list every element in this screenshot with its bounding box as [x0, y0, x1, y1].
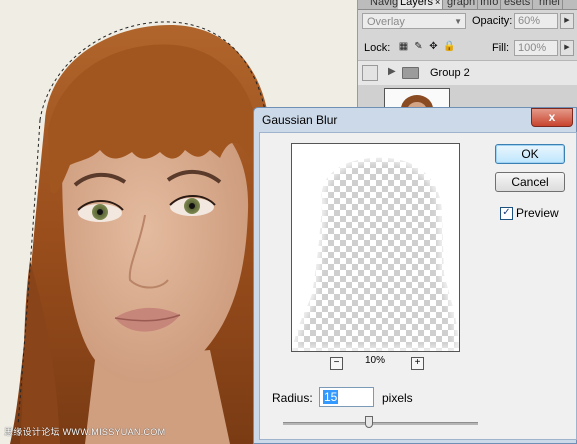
tab-presets[interactable]: esets	[502, 0, 534, 9]
watermark: 思缘设计论坛 WWW.MISSYUAN.COM	[4, 427, 166, 437]
gaussian-blur-dialog: Gaussian Blur x − 10% + OK Cancel ✓ Prev…	[253, 107, 577, 444]
cancel-button[interactable]: Cancel	[495, 172, 565, 192]
lock-move-icon[interactable]: ✥	[428, 41, 439, 52]
lock-label: Lock:	[364, 42, 391, 54]
dialog-title: Gaussian Blur	[262, 113, 338, 127]
lock-transparent-icon[interactable]: ▦	[398, 41, 409, 52]
ok-button[interactable]: OK	[495, 144, 565, 164]
preview-checkbox[interactable]: ✓	[500, 207, 513, 220]
visibility-toggle[interactable]	[362, 65, 378, 81]
opacity-label: Opacity:	[472, 15, 513, 27]
radius-label: Radius:	[272, 391, 313, 405]
chevron-down-icon: ▼	[454, 17, 462, 26]
transparency-preview	[292, 144, 459, 351]
lock-options: ▦ ✎ ✥ 🔒	[398, 41, 456, 53]
zoom-level: 10%	[365, 355, 386, 366]
radius-value: 15	[323, 390, 339, 404]
tab-layers-label: Layers	[400, 0, 434, 8]
preview-label[interactable]: Preview	[516, 206, 559, 220]
panel-tab-bar: Navig Layers × graph Info esets rinel	[358, 0, 577, 10]
tab-histogram[interactable]: graph	[445, 0, 479, 9]
blur-preview[interactable]	[291, 143, 460, 352]
fill-slider-button[interactable]: ▶	[560, 40, 574, 56]
lock-all-icon[interactable]: 🔒	[443, 41, 455, 52]
fill-label: Fill:	[492, 42, 510, 54]
radius-slider-thumb[interactable]	[364, 416, 373, 428]
lock-brush-icon[interactable]: ✎	[413, 41, 424, 52]
radius-input[interactable]: 15	[319, 387, 374, 407]
zoom-out-button[interactable]: −	[330, 357, 343, 370]
tab-brushes[interactable]: rinel	[537, 0, 563, 9]
close-button[interactable]: x	[531, 108, 573, 127]
tab-layers[interactable]: Layers ×	[398, 0, 444, 9]
tab-navigator[interactable]: Navig	[368, 0, 402, 9]
fill-field[interactable]: 100%	[514, 40, 558, 56]
layers-panel: Navig Layers × graph Info esets rinel Ove…	[357, 0, 577, 112]
layer-row-group-2[interactable]: ▶ Group 2	[358, 60, 577, 86]
close-icon[interactable]: ×	[435, 0, 440, 7]
expand-arrow-icon[interactable]: ▶	[388, 66, 396, 77]
opacity-field[interactable]: 60%	[514, 13, 558, 29]
tab-info[interactable]: Info	[478, 0, 502, 9]
radius-unit: pixels	[382, 391, 413, 405]
folder-icon	[402, 67, 419, 79]
blend-mode-select[interactable]: Overlay ▼	[362, 13, 466, 29]
dialog-titlebar[interactable]: Gaussian Blur x	[254, 108, 576, 130]
dialog-body: − 10% + OK Cancel ✓ Preview Radius: 15 p…	[259, 132, 577, 440]
radius-slider-track[interactable]	[283, 422, 478, 425]
opacity-slider-button[interactable]: ▶	[560, 13, 574, 29]
zoom-in-button[interactable]: +	[411, 357, 424, 370]
layer-name: Group 2	[430, 67, 470, 79]
blend-mode-value: Overlay	[367, 16, 405, 28]
